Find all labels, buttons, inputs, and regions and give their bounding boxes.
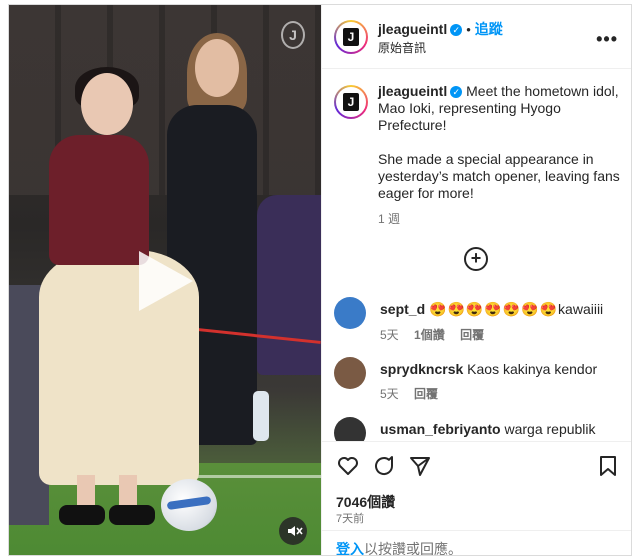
jleague-watermark-icon: J [281, 21, 305, 49]
idol-jersey [49, 135, 149, 265]
play-icon[interactable] [139, 251, 193, 311]
caption-timestamp[interactable]: 1 週 [378, 210, 622, 227]
comment-text: kawaiiii [558, 301, 604, 317]
caption-username[interactable]: jleagueintl [378, 83, 447, 99]
muted-speaker-icon [288, 526, 303, 536]
jleague-logo-icon: J [343, 28, 359, 46]
follow-button[interactable]: 追蹤 [475, 21, 503, 37]
comment-reply-button[interactable]: 回覆 [460, 328, 484, 342]
like-count[interactable]: 7046個讚 [336, 492, 395, 512]
login-prompt-text: 以按讚或回應。 [364, 541, 462, 556]
water-bottle [253, 391, 269, 441]
post-caption: jleagueintl ✓ Meet the hometown idol, Mao… [378, 83, 622, 227]
caption-text: Meet the hometown idol, Mao Ioki, repres… [378, 83, 620, 201]
post-side-panel: J jleagueintl ✓ • 追蹤 原始音訊 ••• J jleagueintl… [321, 5, 631, 556]
comment-time[interactable]: 5天 [380, 387, 399, 401]
idol-face [81, 73, 133, 135]
post-header: J jleagueintl ✓ • 追蹤 原始音訊 ••• [322, 5, 631, 69]
account-username[interactable]: jleagueintl [378, 21, 447, 37]
post-actions: 7046個讚 7天前 登入以按讚或回應。 [322, 441, 631, 556]
comment-avatar[interactable] [334, 297, 366, 329]
comment-username[interactable]: usman_febriyanto [380, 421, 501, 437]
post-frame: J J jleagueintl ✓ • 追蹤 原始音訊 ••• J jleaguein… [8, 4, 632, 556]
bookmark-icon[interactable] [596, 454, 620, 478]
login-prompt: 登入以按讚或回應。 [322, 530, 631, 556]
comment-time[interactable]: 5天 [380, 328, 399, 342]
comment-username[interactable]: sept_d [380, 301, 425, 317]
jleague-logo-icon: J [343, 93, 359, 111]
post-date[interactable]: 7天前 [336, 510, 364, 526]
comment-icon[interactable] [372, 454, 396, 478]
login-link[interactable]: 登入 [336, 541, 364, 555]
verified-badge-icon: ✓ [450, 86, 463, 99]
comment-likes[interactable]: 1個讚 [414, 328, 445, 342]
audio-label[interactable]: 原始音訊 [378, 39, 426, 56]
video-player[interactable]: J [9, 5, 321, 555]
account-avatar[interactable]: J [334, 20, 368, 54]
comment-emojis: 😍😍😍😍😍😍😍 [429, 301, 559, 317]
share-icon[interactable] [408, 454, 432, 478]
comment-text: warga republik [504, 421, 596, 437]
comment-avatar[interactable] [334, 357, 366, 389]
comment-username[interactable]: sprydkncrsk [380, 361, 463, 377]
verified-badge-icon: ✓ [450, 23, 463, 36]
load-more-comments-icon[interactable]: + [464, 247, 488, 271]
comment-reply-button[interactable]: 回覆 [414, 387, 438, 401]
comment-text: Kaos kakinya kendor [467, 361, 598, 377]
mute-button[interactable] [279, 517, 307, 545]
spectator [257, 195, 321, 375]
more-options-icon[interactable]: ••• [596, 29, 618, 50]
caption-avatar[interactable]: J [334, 85, 368, 119]
heart-icon[interactable] [336, 454, 360, 478]
